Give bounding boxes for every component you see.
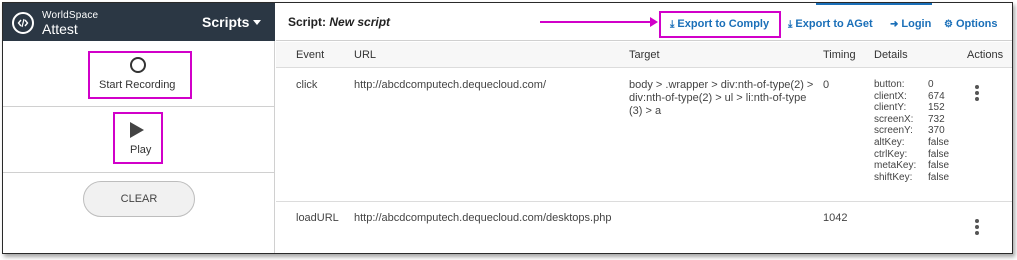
download-icon: ⤓ (788, 19, 793, 30)
export-to-aget-label: Export to AGet (795, 18, 873, 30)
column-header-target: Target (629, 49, 660, 61)
detail-row: ctrlKey: false (874, 148, 950, 160)
annotation-arrow-head-icon (650, 17, 658, 27)
script-title-prefix: Script: (288, 15, 327, 29)
row-actions-menu-icon[interactable] (975, 85, 979, 103)
column-header-timing: Timing (823, 49, 856, 61)
detail-row: metaKey: false (874, 160, 950, 172)
main-panel: Script: New script ⤓ Export to Comply ⤓ Ex… (276, 3, 1012, 253)
timing-cell: 0 (823, 79, 830, 91)
column-header-url: URL (354, 49, 377, 61)
play-icon[interactable] (130, 122, 144, 138)
clear-button[interactable]: CLEAR (83, 181, 195, 217)
play-section: Play (3, 107, 275, 173)
highlight-box-play (113, 112, 163, 164)
detail-row: clientX: 674 (874, 90, 945, 102)
left-panel: WorldSpace Attest Scripts Start Recordin… (3, 3, 275, 253)
event-cell: loadURL (296, 212, 339, 224)
annotation-arrow-line (540, 21, 651, 23)
script-name[interactable]: New script (329, 15, 390, 29)
details-cell: button: 0 clientX: 674 clientY: 152 screenX… (874, 79, 949, 183)
column-header-details: Details (874, 49, 908, 61)
worldspace-logo-icon (12, 12, 34, 34)
start-recording-button[interactable]: Start Recording (99, 79, 175, 91)
brand-name-line2: Attest (42, 21, 78, 37)
table-row[interactable]: loadURL http://abcdcomputech.dequecloud.… (276, 202, 1012, 253)
brand-bar: WorldSpace Attest Scripts (3, 3, 275, 41)
caret-down-icon (253, 20, 262, 25)
download-icon: ⤓ (670, 19, 675, 30)
detail-row: button: 0 (874, 79, 934, 90)
detail-row: altKey: false (874, 136, 950, 148)
export-to-comply-button[interactable]: ⤓ Export to Comply (670, 18, 769, 30)
detail-row: screenX: 732 (874, 113, 945, 125)
start-recording-section: Start Recording (3, 41, 275, 107)
column-header-actions: Actions (967, 49, 1004, 61)
script-title: Script: New script (288, 15, 390, 29)
app-window: WorldSpace Attest Scripts Start Recordin… (2, 2, 1013, 254)
scripts-dropdown-label: Scripts (202, 14, 250, 30)
sign-in-icon: ➜ (890, 19, 899, 30)
url-cell: http://abcdcomputech.dequecloud.com/desk… (354, 212, 612, 224)
options-label: Options (955, 18, 998, 30)
scripts-dropdown[interactable]: Scripts (202, 14, 262, 30)
gear-icon: ⚙ (944, 19, 953, 30)
target-cell: body > .wrapper > div:nth-of-type(2) > d… (629, 79, 814, 117)
record-circle-icon[interactable] (130, 57, 146, 73)
timing-cell: 1042 (823, 212, 848, 224)
event-cell: click (296, 79, 318, 91)
export-to-comply-label: Export to Comply (677, 18, 770, 30)
login-button[interactable]: ➜ Login (890, 18, 931, 30)
active-indicator (816, 3, 932, 5)
detail-row: screenY: 370 (874, 125, 945, 137)
brand-name-line1: WorldSpace (42, 10, 99, 21)
column-header-event: Event (296, 49, 325, 61)
table-row[interactable]: click http://abcdcomputech.dequecloud.co… (276, 68, 1012, 202)
toolbar: Script: New script ⤓ Export to Comply ⤓ Ex… (276, 3, 1012, 41)
play-button[interactable]: Play (130, 144, 151, 156)
url-cell: http://abcdcomputech.dequecloud.com/ (354, 79, 547, 91)
login-label: Login (901, 18, 932, 30)
options-button[interactable]: ⚙ Options (944, 18, 998, 30)
detail-row: shiftKey: false (874, 171, 950, 183)
detail-row: clientY: 152 (874, 102, 945, 114)
table-header: Event URL Target Timing Details Actions (276, 42, 1012, 68)
export-to-aget-button[interactable]: ⤓ Export to AGet (788, 18, 873, 30)
row-actions-menu-icon[interactable] (975, 219, 979, 237)
